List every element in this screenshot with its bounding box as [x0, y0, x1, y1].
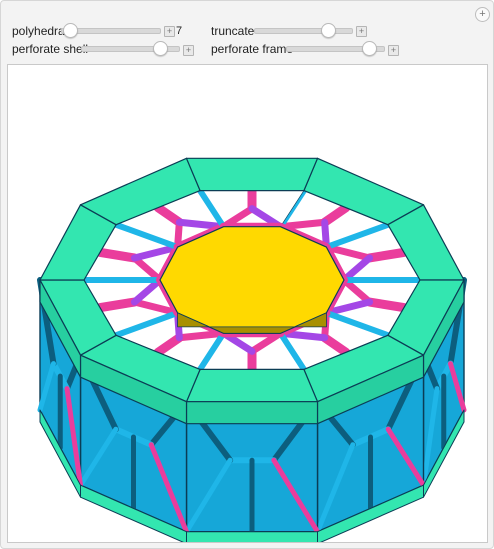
perforate-shell-label: perforate shell: [12, 42, 89, 56]
manipulate-panel: + polyhedra + 7 truncate + perforate she…: [0, 0, 494, 549]
perforate-frame-slider-thumb[interactable]: [362, 41, 377, 56]
perforate-shell-plus-icon[interactable]: +: [183, 45, 194, 56]
lattice-strut: [95, 247, 139, 263]
polyhedra-ring-graphic: [37, 157, 467, 542]
perforate-shell-slider-thumb[interactable]: [153, 41, 168, 56]
truncate-slider-thumb[interactable]: [321, 23, 336, 38]
graphics-view[interactable]: [7, 64, 488, 543]
lattice-strut: [95, 297, 139, 313]
polyhedra-label: polyhedra: [12, 24, 65, 38]
lattice-strut: [365, 297, 409, 313]
truncate-plus-icon[interactable]: +: [356, 26, 367, 37]
perforate-frame-label: perforate frame: [211, 42, 294, 56]
truncate-slider-track[interactable]: [254, 28, 353, 34]
truncate-label: truncate: [211, 24, 255, 38]
top-frame-face: [185, 401, 319, 425]
polyhedra-slider-thumb[interactable]: [63, 23, 78, 38]
bottom-frame-segment: [186, 531, 318, 542]
polyhedra-plus-icon[interactable]: +: [164, 26, 175, 37]
polyhedra-value: 7: [176, 25, 183, 37]
lattice-strut: [365, 247, 409, 263]
top-frame-segment: [185, 157, 319, 192]
top-frame-segment: [185, 368, 319, 403]
perforate-frame-plus-icon[interactable]: +: [388, 45, 399, 56]
plus-circle-icon[interactable]: +: [475, 7, 490, 22]
